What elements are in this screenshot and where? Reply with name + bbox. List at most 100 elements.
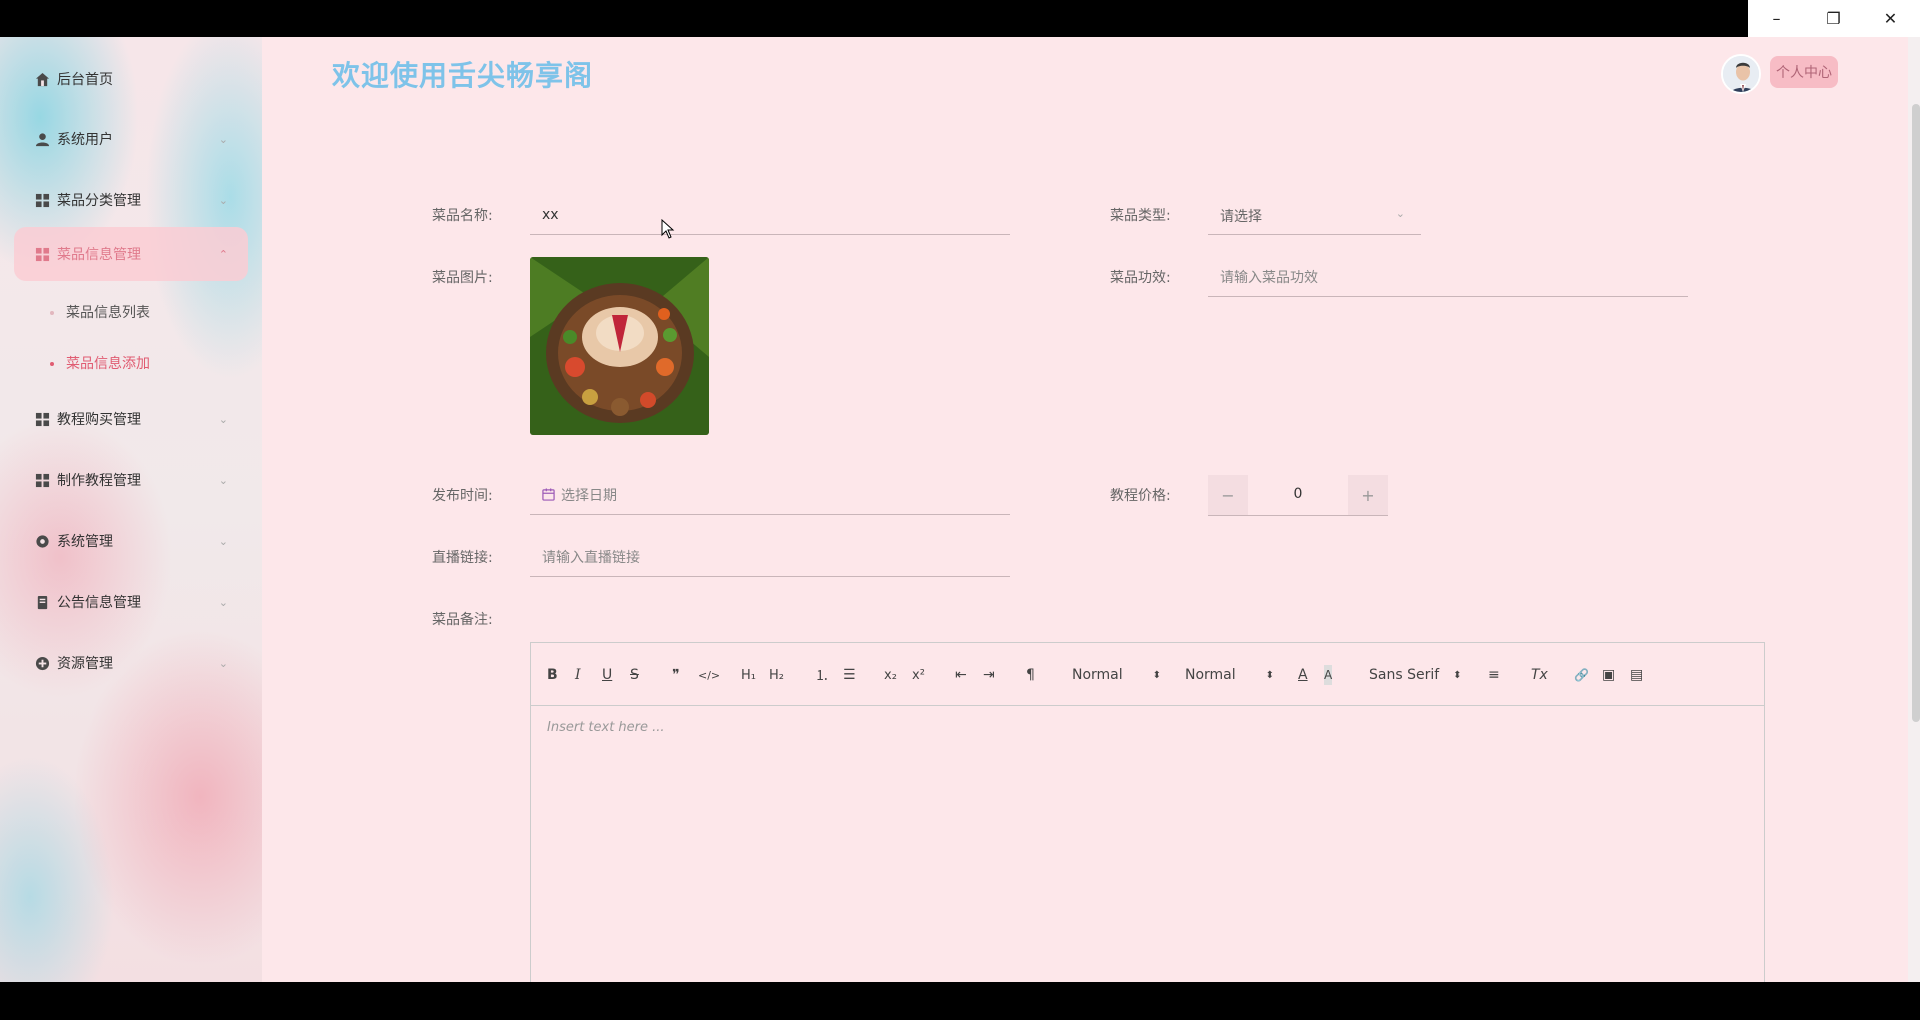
chevron-up-icon: ⌃ bbox=[218, 247, 228, 261]
sidebar-item-resources[interactable]: 资源管理 ⌄ bbox=[14, 636, 248, 690]
chevron-down-icon: ⌄ bbox=[218, 595, 228, 609]
live-link-label: 直播链接: bbox=[432, 550, 493, 566]
profile-center-button[interactable]: 个人中心 bbox=[1770, 56, 1838, 88]
dish-effect-input[interactable]: 请输入菜品功效 bbox=[1208, 257, 1688, 297]
mouse-cursor-icon bbox=[661, 218, 675, 239]
sidebar-subitem-dish-add[interactable]: 菜品信息添加 bbox=[66, 353, 150, 373]
grid-icon bbox=[34, 246, 50, 262]
main-content: 欢迎使用舌尖畅享阁 个人中心 菜品名称: xx 菜品类型: 请选择 ⌄ 菜品图片… bbox=[262, 37, 1920, 982]
editor-toolbar: B I U S ❞ </> H₁ H₂ ⒈ ☰ x₂ x² ⇤ ⇥ ¶ Norm… bbox=[531, 643, 1764, 706]
updown-icon: ⬍ bbox=[1265, 669, 1275, 681]
minimize-button[interactable]: – bbox=[1748, 0, 1805, 37]
price-value[interactable]: 0 bbox=[1248, 486, 1348, 502]
text-color-button[interactable]: A bbox=[1298, 665, 1308, 685]
decrement-button[interactable]: − bbox=[1208, 475, 1248, 515]
indent-button[interactable]: ⇥ bbox=[983, 665, 995, 685]
updown-icon: ⬍ bbox=[1152, 669, 1162, 681]
size-picker[interactable]: Normal ⬍ bbox=[1072, 665, 1161, 685]
blockquote-button[interactable]: ❞ bbox=[672, 665, 680, 685]
tutorial-price-label: 教程价格: bbox=[1110, 488, 1171, 504]
bullet-list-button[interactable]: ☰ bbox=[843, 665, 856, 685]
sidebar-item-home[interactable]: 后台首页 bbox=[14, 52, 248, 106]
increment-button[interactable]: + bbox=[1348, 475, 1388, 515]
sidebar-item-label: 制作教程管理 bbox=[57, 473, 141, 489]
ordered-list-button[interactable]: ⒈ bbox=[815, 665, 829, 685]
bold-button[interactable]: B bbox=[547, 665, 558, 685]
dish-type-label: 菜品类型: bbox=[1110, 208, 1171, 224]
document-icon bbox=[34, 594, 50, 610]
superscript-button[interactable]: x² bbox=[912, 665, 925, 685]
publish-date-picker[interactable]: 选择日期 bbox=[530, 475, 1010, 515]
image-button[interactable]: ▣ bbox=[1602, 665, 1615, 685]
strike-button[interactable]: S bbox=[630, 665, 639, 685]
dish-type-placeholder: 请选择 bbox=[1220, 209, 1262, 225]
text-direction-button[interactable]: ¶ bbox=[1026, 665, 1035, 685]
sidebar-item-announcement[interactable]: 公告信息管理 ⌄ bbox=[14, 575, 248, 629]
chevron-down-icon: ⌄ bbox=[218, 193, 228, 207]
h1-button[interactable]: H₁ bbox=[741, 665, 756, 685]
chevron-down-icon: ⌄ bbox=[218, 132, 228, 146]
sidebar-item-label: 菜品分类管理 bbox=[57, 193, 141, 209]
close-button[interactable]: ✕ bbox=[1862, 0, 1919, 37]
dish-image-upload[interactable] bbox=[530, 257, 709, 435]
code-button[interactable]: </> bbox=[698, 665, 720, 685]
underline-button[interactable]: U bbox=[602, 665, 612, 685]
font-picker-label: Sans Serif bbox=[1369, 667, 1440, 683]
price-stepper: − 0 + bbox=[1208, 475, 1388, 516]
header-picker[interactable]: Normal ⬍ bbox=[1185, 665, 1274, 685]
sidebar-item-tutorial-making[interactable]: 制作教程管理 ⌄ bbox=[14, 453, 248, 507]
plus-circle-icon bbox=[34, 655, 50, 671]
sidebar-item-label: 公告信息管理 bbox=[57, 595, 141, 611]
sidebar-item-system-management[interactable]: 系统管理 ⌄ bbox=[14, 514, 248, 568]
sidebar-item-system-users[interactable]: 系统用户 ⌄ bbox=[14, 112, 248, 166]
sidebar-subitem-dish-list[interactable]: 菜品信息列表 bbox=[66, 302, 150, 322]
chevron-down-icon: ⌄ bbox=[1395, 207, 1405, 220]
grid-icon bbox=[34, 192, 50, 208]
sidebar-item-dish-category[interactable]: 菜品分类管理 ⌄ bbox=[14, 173, 248, 227]
dish-effect-label: 菜品功效: bbox=[1110, 270, 1171, 286]
publish-time-label: 发布时间: bbox=[432, 488, 493, 504]
dish-type-select[interactable]: 请选择 ⌄ bbox=[1208, 195, 1421, 235]
bullet-icon bbox=[50, 311, 54, 315]
sidebar: 后台首页 系统用户 ⌄ 菜品分类管理 ⌄ 菜品信息管理 ⌃ 菜品信息列表 菜品信… bbox=[0, 37, 262, 982]
avatar[interactable] bbox=[1721, 54, 1761, 94]
dish-image-label: 菜品图片: bbox=[432, 270, 493, 286]
live-link-input[interactable]: 请输入直播链接 bbox=[530, 537, 1010, 577]
chevron-down-icon: ⌄ bbox=[218, 656, 228, 670]
h2-button[interactable]: H₂ bbox=[769, 665, 784, 685]
sidebar-item-dish-info[interactable]: 菜品信息管理 ⌃ bbox=[14, 227, 248, 281]
align-button[interactable]: ≡ bbox=[1488, 665, 1500, 685]
italic-button[interactable]: I bbox=[575, 665, 581, 685]
user-icon bbox=[34, 131, 50, 147]
gear-icon bbox=[34, 533, 50, 549]
link-button[interactable]: 🔗 bbox=[1574, 665, 1589, 685]
restore-button[interactable]: ❐ bbox=[1805, 0, 1862, 37]
sidebar-item-label: 教程购买管理 bbox=[57, 412, 141, 428]
clear-format-button[interactable]: Tx bbox=[1531, 665, 1548, 685]
sidebar-item-label: 系统管理 bbox=[57, 534, 113, 550]
sidebar-item-label: 菜品信息管理 bbox=[57, 247, 141, 263]
live-link-placeholder: 请输入直播链接 bbox=[542, 549, 640, 566]
subscript-button[interactable]: x₂ bbox=[884, 665, 897, 685]
dish-effect-placeholder: 请输入菜品功效 bbox=[1220, 269, 1318, 286]
dish-notes-label: 菜品备注: bbox=[432, 612, 493, 628]
chevron-down-icon: ⌄ bbox=[218, 534, 228, 548]
sidebar-item-label: 后台首页 bbox=[57, 72, 113, 88]
rich-text-editor: B I U S ❞ </> H₁ H₂ ⒈ ☰ x₂ x² ⇤ ⇥ ¶ Norm… bbox=[530, 642, 1765, 982]
outdent-button[interactable]: ⇤ bbox=[955, 665, 967, 685]
home-icon bbox=[34, 71, 50, 87]
editor-placeholder[interactable]: Insert text here ... bbox=[547, 720, 665, 735]
font-picker[interactable]: Sans Serif ⬍ bbox=[1369, 665, 1462, 685]
bullet-icon bbox=[50, 362, 54, 366]
background-color-button[interactable]: A bbox=[1324, 665, 1333, 685]
dish-name-input[interactable]: xx bbox=[530, 195, 1010, 235]
size-picker-label: Normal bbox=[1072, 667, 1123, 683]
dish-name-value: xx bbox=[542, 206, 559, 223]
sidebar-item-label: 系统用户 bbox=[57, 132, 113, 148]
sidebar-item-tutorial-purchase[interactable]: 教程购买管理 ⌄ bbox=[14, 392, 248, 446]
dish-name-label: 菜品名称: bbox=[432, 208, 493, 224]
header-picker-label: Normal bbox=[1185, 667, 1236, 683]
scrollbar-thumb[interactable] bbox=[1912, 104, 1920, 722]
video-button[interactable]: ▤ bbox=[1630, 665, 1643, 685]
grid-icon bbox=[34, 411, 50, 427]
